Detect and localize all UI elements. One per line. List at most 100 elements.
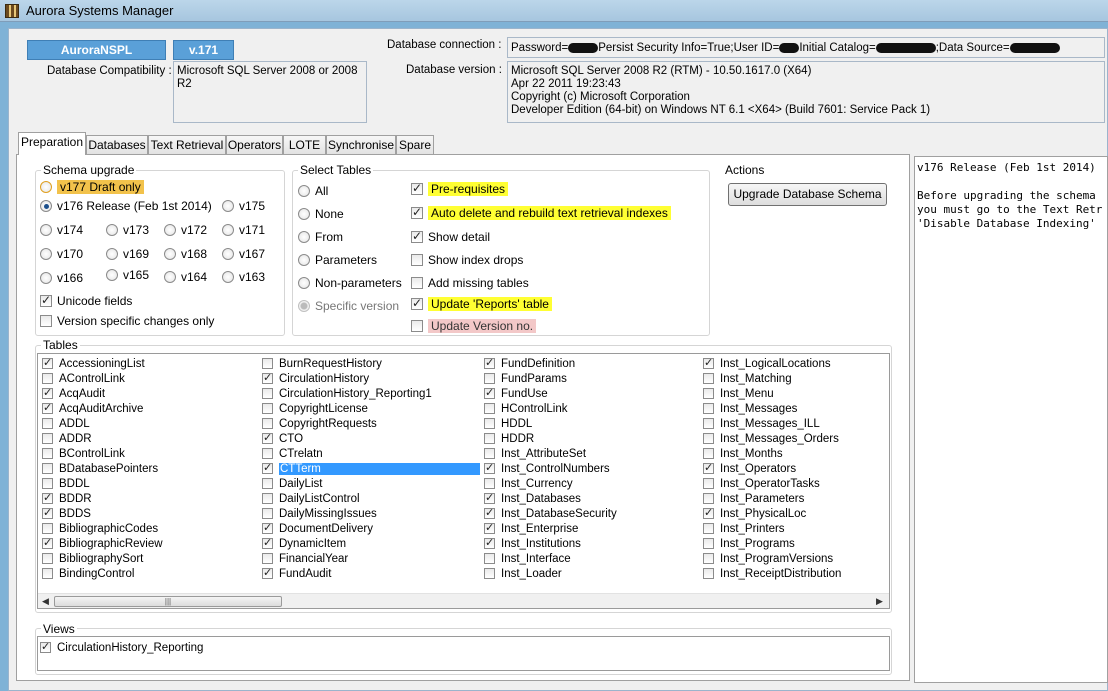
table-checkbox[interactable] bbox=[703, 356, 714, 369]
table-row[interactable]: BDDL bbox=[40, 476, 260, 491]
table-checkbox[interactable] bbox=[262, 418, 273, 429]
table-checkbox[interactable] bbox=[42, 448, 53, 459]
table-checkbox[interactable] bbox=[703, 433, 714, 444]
table-row[interactable]: FinancialYear bbox=[260, 551, 480, 566]
table-row[interactable]: DynamicItem bbox=[260, 536, 480, 551]
table-row[interactable]: Inst_Databases bbox=[482, 491, 702, 506]
table-checkbox[interactable] bbox=[42, 536, 53, 549]
tab-spare[interactable]: Spare bbox=[396, 135, 434, 154]
table-row[interactable]: BindingControl bbox=[40, 566, 260, 581]
table-checkbox[interactable] bbox=[703, 461, 714, 474]
table-row[interactable]: Inst_Messages bbox=[701, 401, 921, 416]
tab-databases[interactable]: Databases bbox=[86, 135, 148, 154]
table-checkbox[interactable] bbox=[262, 388, 273, 399]
table-row[interactable]: Inst_AttributeSet bbox=[482, 446, 702, 461]
table-checkbox[interactable] bbox=[703, 448, 714, 459]
tables-list[interactable]: AccessioningList AControlLink AcqAudit AcqA… bbox=[37, 353, 890, 609]
tables-horizontal-scrollbar[interactable]: ◀ ||| ▶ bbox=[38, 593, 889, 608]
scroll-thumb[interactable]: ||| bbox=[54, 596, 282, 607]
table-checkbox[interactable] bbox=[703, 538, 714, 549]
table-checkbox[interactable] bbox=[484, 553, 495, 564]
update-version-no-checkbox[interactable]: Update Version no. bbox=[411, 319, 537, 333]
table-row[interactable]: FundUse bbox=[482, 386, 702, 401]
table-row[interactable]: Inst_PhysicalLoc bbox=[701, 506, 921, 521]
table-row[interactable]: CirculationHistory bbox=[260, 371, 480, 386]
table-checkbox[interactable] bbox=[703, 493, 714, 504]
table-row[interactable]: Inst_Enterprise bbox=[482, 521, 702, 536]
view-row[interactable]: CirculationHistory_Reporting bbox=[38, 640, 889, 655]
radio-v169[interactable]: v169 bbox=[106, 247, 149, 261]
table-checkbox[interactable] bbox=[262, 448, 273, 459]
table-checkbox[interactable] bbox=[484, 461, 495, 474]
log-output[interactable]: v176 Release (Feb 1st 2014) Before upgra… bbox=[914, 156, 1108, 683]
table-checkbox[interactable] bbox=[262, 553, 273, 564]
table-checkbox[interactable] bbox=[262, 493, 273, 504]
table-row[interactable]: Inst_Loader bbox=[482, 566, 702, 581]
radio-v165[interactable]: v165 bbox=[106, 268, 149, 282]
show-detail-checkbox[interactable]: Show detail bbox=[411, 229, 490, 244]
table-checkbox[interactable] bbox=[42, 553, 53, 564]
table-row[interactable]: FundAudit bbox=[260, 566, 480, 581]
add-missing-tables-checkbox[interactable]: Add missing tables bbox=[411, 276, 529, 290]
table-checkbox[interactable] bbox=[262, 521, 273, 534]
table-row[interactable]: HDDL bbox=[482, 416, 702, 431]
radio-v175[interactable]: v175 bbox=[222, 199, 265, 213]
table-row[interactable]: Inst_Messages_Orders bbox=[701, 431, 921, 446]
table-row[interactable]: AccessioningList bbox=[40, 356, 260, 371]
table-row[interactable]: BurnRequestHistory bbox=[260, 356, 480, 371]
table-row[interactable]: CopyrightRequests bbox=[260, 416, 480, 431]
table-checkbox[interactable] bbox=[262, 566, 273, 579]
table-row[interactable]: Inst_DatabaseSecurity bbox=[482, 506, 702, 521]
radio-v172[interactable]: v172 bbox=[164, 223, 207, 237]
radio-all[interactable]: All bbox=[298, 184, 328, 198]
table-checkbox[interactable] bbox=[42, 356, 53, 369]
tab-preparation[interactable]: Preparation bbox=[18, 132, 86, 155]
version-specific-checkbox[interactable]: Version specific changes only bbox=[40, 314, 214, 328]
table-checkbox[interactable] bbox=[42, 401, 53, 414]
table-checkbox[interactable] bbox=[703, 388, 714, 399]
table-checkbox[interactable] bbox=[703, 568, 714, 579]
table-row[interactable]: Inst_Matching bbox=[701, 371, 921, 386]
table-checkbox[interactable] bbox=[703, 553, 714, 564]
table-row[interactable]: Inst_Currency bbox=[482, 476, 702, 491]
radio-none[interactable]: None bbox=[298, 207, 344, 221]
table-checkbox[interactable] bbox=[484, 478, 495, 489]
table-row[interactable]: BibliographicCodes bbox=[40, 521, 260, 536]
table-row[interactable]: HControlLink bbox=[482, 401, 702, 416]
table-checkbox[interactable] bbox=[484, 448, 495, 459]
radio-v173[interactable]: v173 bbox=[106, 223, 149, 237]
table-row[interactable]: Inst_Months bbox=[701, 446, 921, 461]
tab-synchronise[interactable]: Synchronise bbox=[326, 135, 396, 154]
table-row[interactable]: Inst_Institutions bbox=[482, 536, 702, 551]
radio-v177-draft[interactable]: v177 Draft only bbox=[40, 180, 144, 194]
table-checkbox[interactable] bbox=[262, 403, 273, 414]
table-row[interactable]: HDDR bbox=[482, 431, 702, 446]
radio-v176-release[interactable]: v176 Release (Feb 1st 2014) bbox=[40, 199, 212, 213]
table-checkbox[interactable] bbox=[484, 418, 495, 429]
table-checkbox[interactable] bbox=[484, 491, 495, 504]
table-row[interactable]: BDDS bbox=[40, 506, 260, 521]
radio-specific-version[interactable]: Specific version bbox=[298, 299, 399, 313]
table-checkbox[interactable] bbox=[484, 373, 495, 384]
table-row[interactable]: CTTerm bbox=[260, 461, 480, 476]
table-checkbox[interactable] bbox=[262, 478, 273, 489]
radio-non-parameters[interactable]: Non-parameters bbox=[298, 276, 402, 290]
table-row[interactable]: CirculationHistory_Reporting1 bbox=[260, 386, 480, 401]
table-checkbox[interactable] bbox=[484, 506, 495, 519]
table-row[interactable]: Inst_Parameters bbox=[701, 491, 921, 506]
table-checkbox[interactable] bbox=[703, 506, 714, 519]
table-row[interactable]: Inst_Interface bbox=[482, 551, 702, 566]
table-checkbox[interactable] bbox=[484, 386, 495, 399]
table-checkbox[interactable] bbox=[703, 523, 714, 534]
table-checkbox[interactable] bbox=[484, 536, 495, 549]
table-checkbox[interactable] bbox=[262, 508, 273, 519]
table-row[interactable]: Inst_LogicalLocations bbox=[701, 356, 921, 371]
table-row[interactable]: BibliographicReview bbox=[40, 536, 260, 551]
table-checkbox[interactable] bbox=[703, 478, 714, 489]
table-checkbox[interactable] bbox=[484, 403, 495, 414]
tab-text-retrieval[interactable]: Text Retrieval bbox=[148, 135, 226, 154]
table-checkbox[interactable] bbox=[42, 373, 53, 384]
table-checkbox[interactable] bbox=[262, 431, 273, 444]
scroll-left-icon[interactable]: ◀ bbox=[42, 596, 49, 607]
table-row[interactable]: AcqAuditArchive bbox=[40, 401, 260, 416]
